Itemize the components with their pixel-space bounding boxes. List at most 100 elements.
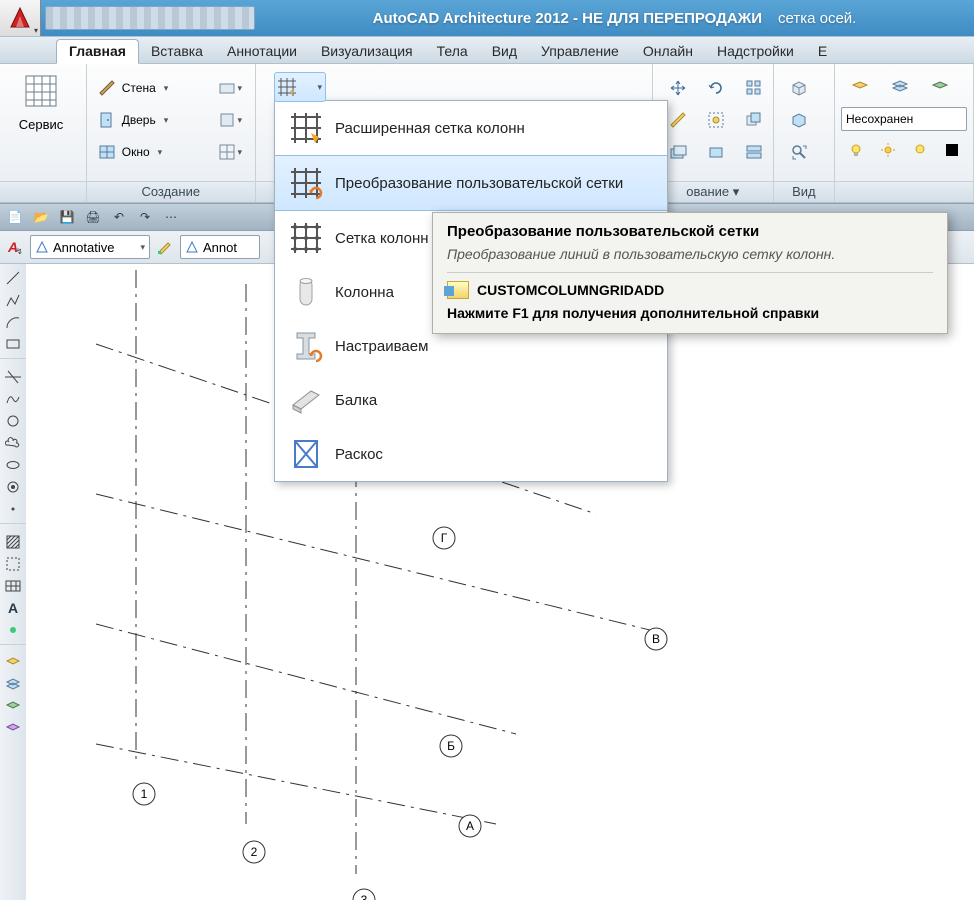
rect-icon[interactable] bbox=[3, 334, 23, 354]
tooltip-description: Преобразование линий в пользовательскую … bbox=[447, 246, 933, 262]
cloud-icon[interactable] bbox=[3, 433, 23, 453]
create-tool-a[interactable]: ▾ bbox=[212, 73, 248, 103]
dropdown-icon: ▾ bbox=[164, 83, 169, 94]
layer1-icon[interactable] bbox=[3, 653, 23, 673]
edit-tool-8[interactable] bbox=[736, 105, 772, 135]
table2-icon[interactable] bbox=[3, 576, 23, 596]
panel-caption-edit: ование ▾ bbox=[653, 181, 773, 202]
light-tool-3[interactable] bbox=[906, 135, 934, 165]
doc-open-icon[interactable]: 📂 bbox=[30, 206, 52, 228]
doc-print-icon[interactable]: 🖨 bbox=[82, 206, 104, 228]
layer-tool-1[interactable] bbox=[842, 73, 878, 103]
view-tool-3[interactable] bbox=[781, 137, 817, 167]
doc-more-icon[interactable]: ⋯ bbox=[160, 206, 182, 228]
panel-caption-view: Вид bbox=[774, 181, 834, 202]
create-tool-c[interactable]: ▾ bbox=[212, 137, 248, 167]
wall-button[interactable]: Стена ▾ bbox=[94, 73, 202, 103]
layer4-icon[interactable] bbox=[3, 719, 23, 739]
tab-addons[interactable]: Надстройки bbox=[705, 40, 806, 63]
edit-tool-9[interactable] bbox=[736, 137, 772, 167]
tab-home[interactable]: Главная bbox=[56, 39, 139, 64]
service-label: Сервис bbox=[6, 117, 76, 132]
grid-bubble-3: 3 bbox=[361, 893, 368, 900]
flyout-item-beam[interactable]: Балка bbox=[275, 373, 667, 427]
grid-small-icon bbox=[278, 78, 296, 96]
pline-icon[interactable] bbox=[3, 290, 23, 310]
dim-style-combo[interactable]: Annot bbox=[180, 235, 260, 259]
tab-trunc[interactable]: E bbox=[806, 40, 839, 63]
bulb2-icon bbox=[912, 142, 928, 158]
cube-icon bbox=[790, 79, 808, 97]
triangle-icon bbox=[35, 240, 49, 254]
xline-icon[interactable] bbox=[3, 367, 23, 387]
box3d-icon bbox=[790, 111, 808, 129]
tooltip-command: CUSTOMCOLUMNGRIDADD bbox=[447, 281, 933, 299]
ribbon-tabs: Главная Вставка Аннотации Визуализация Т… bbox=[0, 36, 974, 64]
flyout-label: Настраиваем bbox=[335, 338, 428, 355]
edit-tool-7[interactable] bbox=[736, 73, 772, 103]
command-tooltip: Преобразование пользовательской сетки Пр… bbox=[432, 212, 948, 334]
arc-icon[interactable] bbox=[3, 312, 23, 332]
flyout-item-convert-custom-grid[interactable]: Преобразование пользовательской сетки bbox=[275, 155, 667, 211]
doc-save-icon[interactable]: 💾 bbox=[56, 206, 78, 228]
tab-manage[interactable]: Управление bbox=[529, 40, 631, 63]
create-tool-b[interactable]: ▾ bbox=[212, 105, 248, 135]
light-tool-1[interactable] bbox=[842, 135, 870, 165]
flyout-item-enhanced-grid[interactable]: Расширенная сетка колонн bbox=[275, 101, 667, 155]
layer-tool-3[interactable] bbox=[922, 73, 958, 103]
view-tool-1[interactable] bbox=[781, 73, 817, 103]
view-tool-2[interactable] bbox=[781, 105, 817, 135]
point-icon[interactable] bbox=[3, 499, 23, 519]
app-menu-button[interactable]: ▾ bbox=[0, 0, 41, 36]
circle-icon[interactable] bbox=[3, 411, 23, 431]
tab-online[interactable]: Онлайн bbox=[631, 40, 705, 63]
dropdown-icon: ▾ bbox=[34, 26, 38, 35]
combo2-value: Annot bbox=[203, 240, 237, 255]
layer-tool-2[interactable] bbox=[882, 73, 918, 103]
triangle-icon bbox=[185, 240, 199, 254]
tooltip-help: Нажмите F1 для получения дополнительной … bbox=[447, 305, 933, 321]
edit-tool-1[interactable] bbox=[660, 73, 696, 103]
service-button[interactable]: Сервис bbox=[6, 72, 76, 132]
stack-icon bbox=[745, 143, 763, 161]
color-swatch[interactable] bbox=[938, 135, 966, 165]
window-button[interactable]: Окно ▾ bbox=[94, 137, 202, 167]
line-icon[interactable] bbox=[3, 268, 23, 288]
select-circle-icon bbox=[707, 111, 725, 129]
edit-tool-4[interactable] bbox=[698, 73, 734, 103]
window-title: AutoCAD Architecture 2012 - НЕ ДЛЯ ПЕРЕП… bbox=[255, 10, 974, 27]
text-A-icon[interactable]: A bbox=[3, 598, 23, 618]
unsaved-combo[interactable]: Несохранен bbox=[841, 107, 967, 131]
doc-new-icon[interactable]: 📄 bbox=[4, 206, 26, 228]
edit-tool-6[interactable] bbox=[698, 137, 734, 167]
grid-bubble-B: Б bbox=[447, 739, 455, 753]
flyout-item-brace[interactable]: Раскос bbox=[275, 427, 667, 481]
column-grid-split-button[interactable]: ▾ bbox=[274, 72, 326, 102]
text-style-combo[interactable]: Annotative ▾ bbox=[30, 235, 150, 259]
region-icon[interactable] bbox=[3, 554, 23, 574]
panel-caption-create: Создание bbox=[87, 181, 255, 202]
dropdown-icon: ▾ bbox=[317, 82, 322, 93]
doc-undo-icon[interactable]: ↶ bbox=[108, 206, 130, 228]
light-tool-2[interactable] bbox=[874, 135, 902, 165]
door-button[interactable]: Дверь ▾ bbox=[94, 105, 202, 135]
donut-icon[interactable] bbox=[3, 477, 23, 497]
tooltip-heading: Преобразование пользовательской сетки bbox=[447, 223, 933, 240]
doc-redo-icon[interactable]: ↷ bbox=[134, 206, 156, 228]
block-icon bbox=[218, 79, 236, 97]
edit-tool-5[interactable] bbox=[698, 105, 734, 135]
brush-icon[interactable] bbox=[156, 238, 174, 256]
layer3-icon[interactable] bbox=[3, 697, 23, 717]
tab-solids[interactable]: Тела bbox=[425, 40, 480, 63]
tab-visualize[interactable]: Визуализация bbox=[309, 40, 425, 63]
hatch-icon[interactable] bbox=[3, 532, 23, 552]
ellipse-icon[interactable] bbox=[3, 455, 23, 475]
window-icon bbox=[98, 143, 116, 161]
spline-icon[interactable] bbox=[3, 389, 23, 409]
layer2-icon[interactable] bbox=[3, 675, 23, 695]
dot-green-icon[interactable] bbox=[3, 620, 23, 640]
text-style-A-icon[interactable]: A↯ bbox=[6, 238, 24, 256]
tab-view[interactable]: Вид bbox=[480, 40, 529, 63]
tab-annotate[interactable]: Аннотации bbox=[215, 40, 309, 63]
tab-insert[interactable]: Вставка bbox=[139, 40, 215, 63]
